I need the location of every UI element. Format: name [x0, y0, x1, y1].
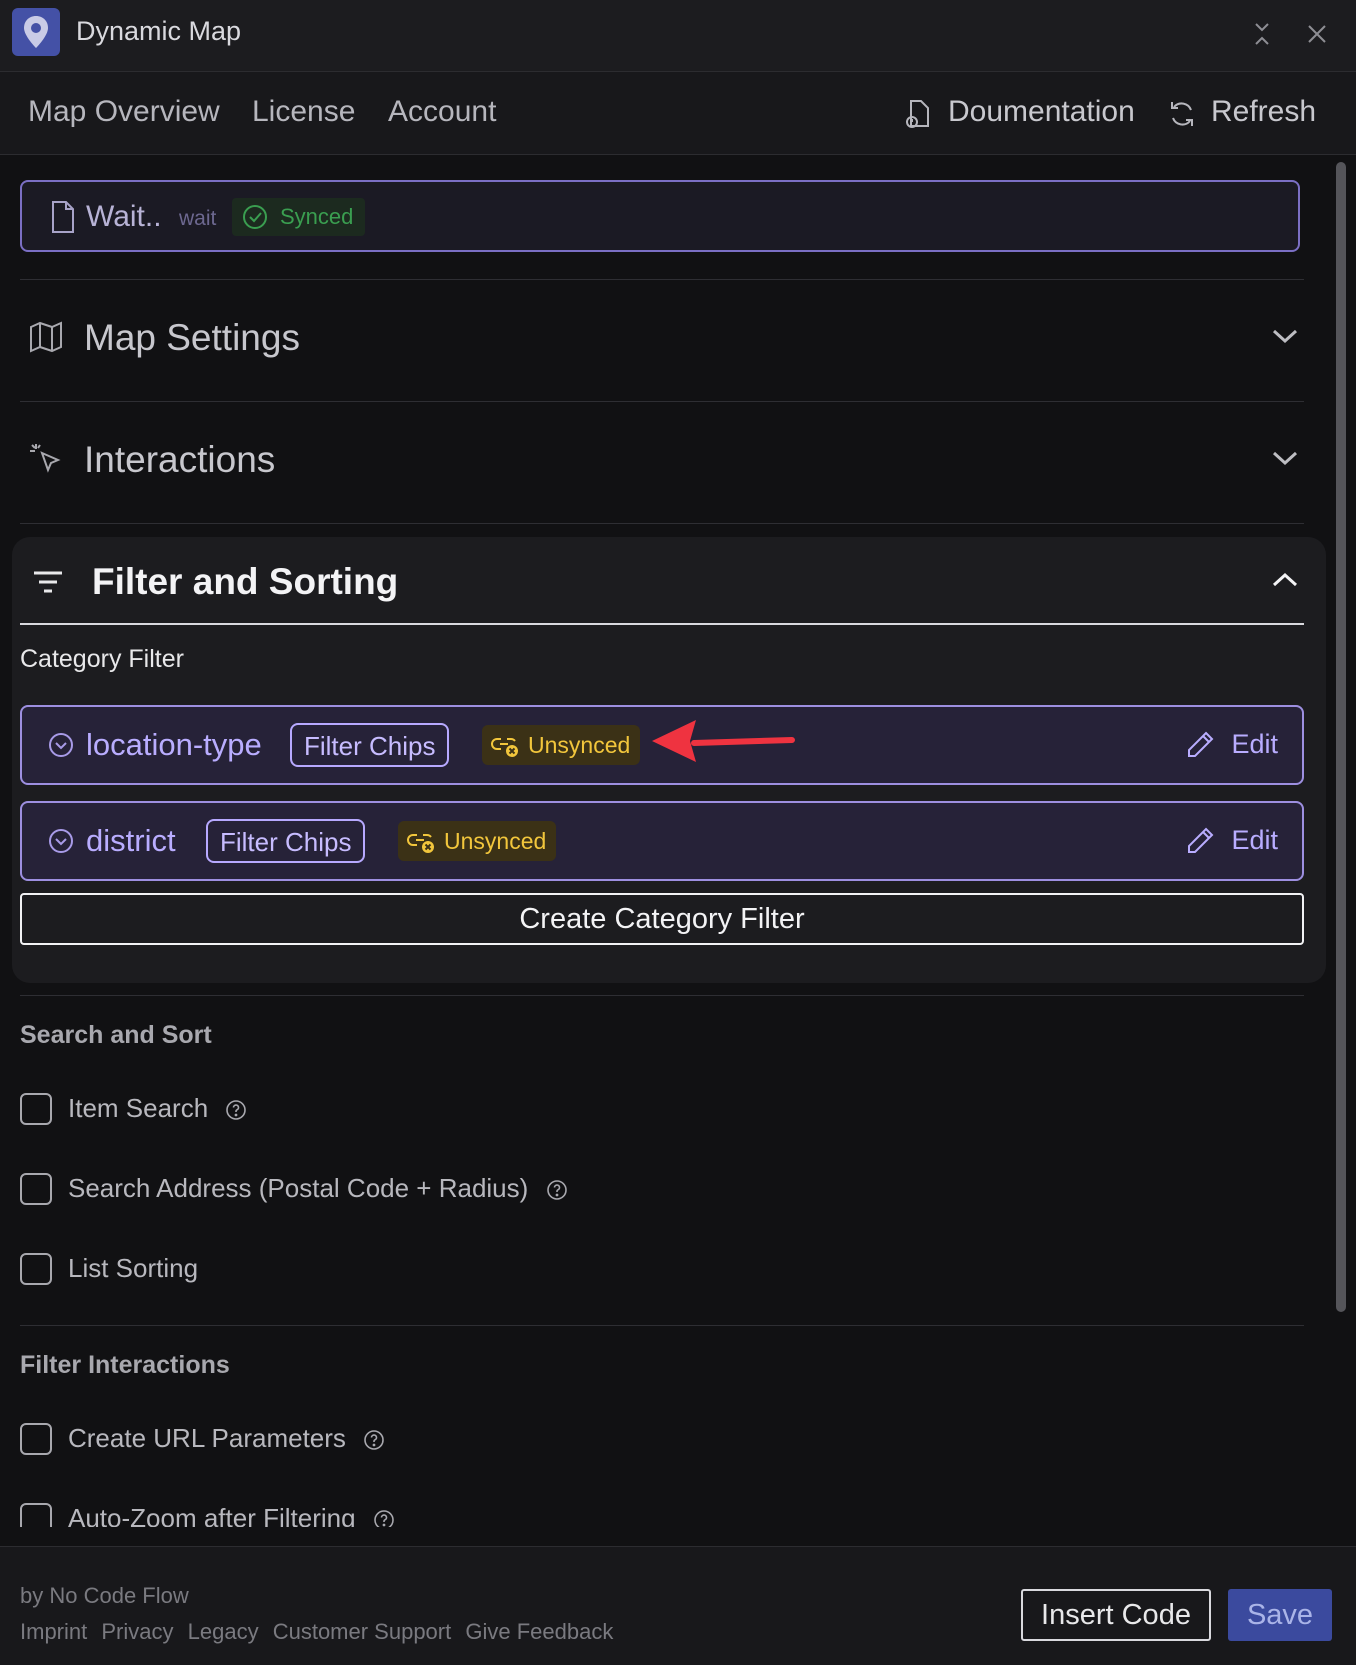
divider	[20, 995, 1304, 996]
refresh-button[interactable]: Refresh	[1211, 95, 1316, 129]
chevron-up-icon[interactable]	[1270, 569, 1300, 591]
chevron-circle-icon	[48, 828, 74, 854]
checkbox[interactable]	[20, 1253, 52, 1285]
file-icon	[50, 200, 76, 234]
unlink-icon	[407, 834, 434, 853]
file-subtitle: wait	[179, 207, 217, 230]
status-label: Unsynced	[528, 732, 631, 758]
check-circle-icon	[243, 205, 267, 229]
chevron-down-icon[interactable]	[1270, 447, 1300, 469]
filter-type-chip: Filter Chips	[206, 819, 366, 863]
option-row: Search Address (Postal Code + Radius)	[68, 1173, 568, 1204]
collapse-icon[interactable]	[1248, 20, 1276, 48]
footer-link-legacy[interactable]: Legacy	[188, 1619, 259, 1644]
help-icon[interactable]	[225, 1099, 247, 1121]
file-title: Wait..	[86, 200, 162, 233]
window-title: Dynamic Map	[76, 16, 242, 46]
section-interactions[interactable]: Interactions	[20, 419, 1304, 499]
option-row: Auto-Zoom after Filtering	[68, 1503, 395, 1527]
file-status-card: Wait.. wait Synced	[20, 180, 1300, 252]
help-icon[interactable]	[363, 1429, 385, 1451]
status-label: Unsynced	[444, 828, 547, 854]
checkbox[interactable]	[20, 1423, 52, 1455]
option-row: List Sorting	[68, 1253, 198, 1284]
pointer-click-icon	[28, 441, 64, 477]
footer-link-support[interactable]: Customer Support	[273, 1619, 452, 1644]
create-category-filter-button[interactable]: Create Category Filter	[20, 893, 1304, 945]
divider	[20, 401, 1304, 402]
tab-license[interactable]: License	[252, 95, 355, 129]
status-badge: Unsynced	[398, 821, 557, 861]
search-sort-heading: Search and Sort	[20, 1021, 212, 1049]
save-button[interactable]: Save	[1228, 1589, 1332, 1641]
refresh-icon	[1167, 98, 1197, 130]
filter-name: location-type	[86, 727, 262, 762]
divider	[20, 523, 1304, 524]
section-map-settings[interactable]: Map Settings	[20, 297, 1304, 377]
option-label: Create URL Parameters	[68, 1423, 346, 1453]
filter-interactions-heading: Filter Interactions	[20, 1351, 230, 1379]
title-bar: Dynamic Map	[0, 0, 1356, 72]
map-icon	[28, 319, 64, 355]
map-pin-icon	[12, 8, 60, 56]
option-label: Search Address (Postal Code + Radius)	[68, 1173, 529, 1203]
tab-account[interactable]: Account	[388, 95, 496, 129]
status-badge: Synced	[232, 198, 366, 236]
section-filter-sorting[interactable]: Filter and Sorting	[20, 537, 1304, 625]
section-label: Map Settings	[84, 317, 300, 358]
help-icon[interactable]	[546, 1179, 568, 1201]
option-label: Auto-Zoom after Filtering	[68, 1503, 356, 1527]
status-badge: Unsynced	[482, 725, 641, 765]
section-title: Filter and Sorting	[92, 561, 399, 602]
status-label: Synced	[280, 204, 354, 229]
filter-name: district	[86, 823, 176, 858]
category-filter-item[interactable]: district Filter Chips Unsynced Edit	[20, 801, 1304, 881]
checkbox[interactable]	[20, 1093, 52, 1125]
divider	[20, 1325, 1304, 1326]
option-label: Item Search	[68, 1093, 209, 1123]
option-label: List Sorting	[68, 1253, 199, 1283]
edit-button[interactable]: Edit	[1231, 729, 1278, 760]
category-filter-label: Category Filter	[20, 645, 184, 673]
footer-link-imprint[interactable]: Imprint	[20, 1619, 87, 1644]
filter-icon	[30, 565, 66, 599]
edit-button[interactable]: Edit	[1231, 825, 1278, 856]
documentation-link[interactable]: Doumentation	[948, 95, 1135, 129]
checkbox[interactable]	[20, 1503, 52, 1527]
footer-credit: by No Code Flow	[20, 1583, 189, 1608]
footer-link-feedback[interactable]: Give Feedback	[465, 1619, 613, 1644]
footer: by No Code Flow Imprint Privacy Legacy C…	[0, 1546, 1356, 1665]
scrollbar[interactable]	[1336, 162, 1346, 1312]
close-icon[interactable]	[1303, 20, 1331, 48]
top-nav: Map Overview License Account Doumentatio…	[0, 72, 1356, 155]
annotation-arrow-icon	[650, 716, 795, 766]
pencil-icon[interactable]	[1184, 729, 1216, 761]
section-label: Interactions	[84, 439, 276, 480]
chevron-circle-icon	[48, 732, 74, 758]
pencil-icon[interactable]	[1184, 825, 1216, 857]
help-icon[interactable]	[373, 1509, 395, 1527]
footer-link-privacy[interactable]: Privacy	[101, 1619, 173, 1644]
main-content: Wait.. wait Synced Map Settings Interact…	[0, 155, 1356, 1527]
footer-links: Imprint Privacy Legacy Customer Support …	[20, 1619, 621, 1645]
checkbox[interactable]	[20, 1173, 52, 1205]
tab-map-overview[interactable]: Map Overview	[28, 95, 220, 129]
divider	[20, 279, 1304, 280]
document-icon	[903, 98, 933, 130]
insert-code-button[interactable]: Insert Code	[1021, 1589, 1211, 1641]
unlink-icon	[491, 738, 518, 757]
option-row: Item Search	[68, 1093, 247, 1124]
filter-type-chip: Filter Chips	[290, 723, 450, 767]
chevron-down-icon[interactable]	[1270, 325, 1300, 347]
option-row: Create URL Parameters	[68, 1423, 385, 1454]
